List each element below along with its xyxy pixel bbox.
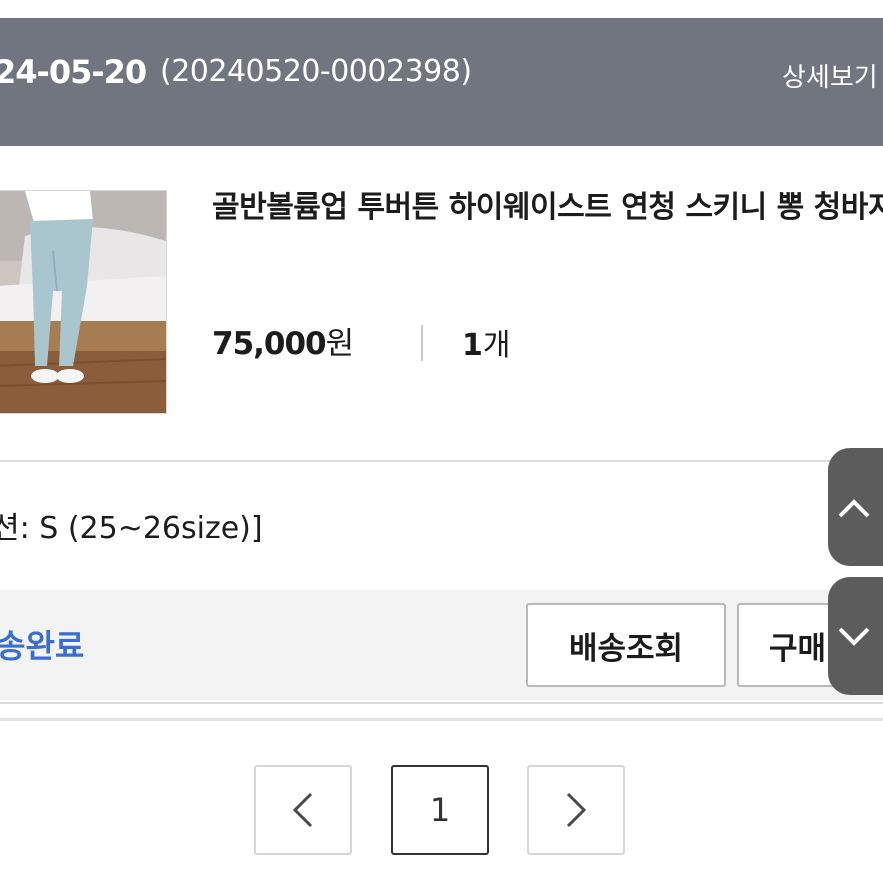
price-quantity-divider xyxy=(421,325,423,361)
product-image xyxy=(0,191,166,413)
page-number-current[interactable]: 1 xyxy=(391,765,489,855)
chevron-down-icon xyxy=(838,627,870,646)
price-value: 75,000 xyxy=(212,326,327,362)
product-thumbnail[interactable] xyxy=(0,190,167,414)
product-quantity: 1개 xyxy=(462,320,510,364)
prev-page-button[interactable] xyxy=(254,765,352,855)
scroll-bottom-button[interactable] xyxy=(828,577,883,695)
order-date: 24-05-20 xyxy=(0,53,147,91)
product-name[interactable]: 골반볼륨업 투버튼 하이웨이스트 연청 스키니 뽕 청바지 xyxy=(212,186,883,230)
section-divider xyxy=(0,718,883,721)
order-number: (20240520-0002398) xyxy=(160,54,472,89)
product-price: 75,000원 xyxy=(212,318,355,363)
price-unit: 원 xyxy=(325,326,355,362)
scroll-top-button[interactable] xyxy=(828,448,883,566)
chevron-left-icon xyxy=(292,792,313,828)
quantity-unit: 개 xyxy=(482,328,511,363)
quantity-value: 1 xyxy=(462,328,483,363)
product-option: 션: S (25~26size)] xyxy=(0,511,263,546)
delivery-status: 송완료 xyxy=(0,627,85,665)
chevron-up-icon xyxy=(838,499,870,518)
detail-view-link[interactable]: 상세보기 xyxy=(782,57,878,94)
chevron-right-icon xyxy=(566,792,587,828)
next-page-button[interactable] xyxy=(527,765,625,855)
order-header: 24-05-20 (20240520-0002398) 상세보기 xyxy=(0,18,883,146)
shipping-lookup-button[interactable]: 배송조회 xyxy=(526,603,726,687)
